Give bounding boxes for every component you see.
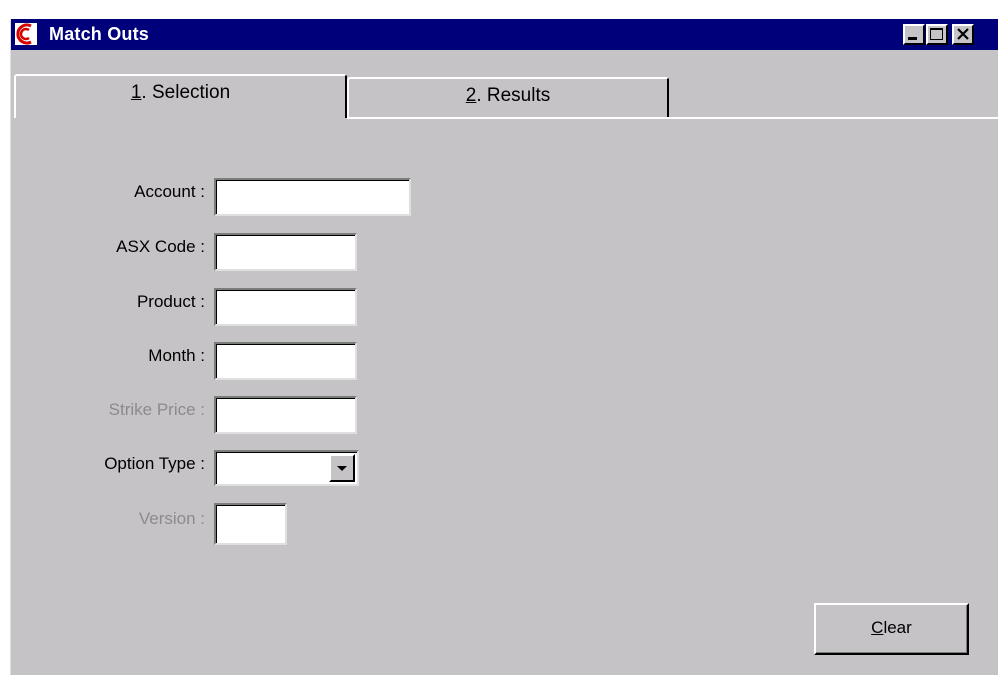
close-button[interactable] <box>952 24 974 45</box>
match-outs-window: Match Outs 1. Selection 2. Results Accou… <box>10 19 998 675</box>
chevron-down-icon <box>337 466 347 471</box>
title-bar[interactable]: Match Outs <box>11 19 998 50</box>
app-logo-icon[interactable] <box>15 23 37 45</box>
tab-selection-mnemonic: 1 <box>130 82 142 103</box>
asx-code-input[interactable] <box>214 233 357 271</box>
asx-code-label: ASX Code : <box>116 237 205 256</box>
version-input[interactable] <box>214 503 287 545</box>
maximize-button[interactable] <box>926 24 948 45</box>
clear-button[interactable]: Clear <box>814 603 969 655</box>
account-label: Account : <box>134 182 205 201</box>
clear-label: lear <box>883 618 912 637</box>
tab-selection[interactable]: 1. Selection <box>14 74 347 118</box>
month-input[interactable] <box>214 342 357 380</box>
month-label: Month : <box>148 346 205 365</box>
product-label: Product : <box>136 292 205 311</box>
minimize-icon <box>908 37 917 40</box>
option-type-dropdown-button[interactable] <box>329 454 355 482</box>
close-icon <box>957 28 969 40</box>
strike-price-label: Strike Price : <box>108 400 205 419</box>
account-input[interactable] <box>214 178 411 216</box>
tab-results-mnemonic: 2 <box>465 85 477 106</box>
option-type-label: Option Type : <box>104 454 205 473</box>
clear-mnemonic: C <box>871 618 884 637</box>
product-input[interactable] <box>214 288 357 326</box>
tab-panel-top-edge <box>347 117 998 119</box>
tab-results-label: . Results <box>476 85 551 106</box>
window-title: Match Outs <box>49 24 150 44</box>
tab-results[interactable]: 2. Results <box>347 77 669 117</box>
maximize-icon <box>930 28 943 40</box>
minimize-button[interactable] <box>903 24 925 45</box>
version-label: Version : <box>138 509 205 528</box>
tab-selection-label: . Selection <box>141 82 231 103</box>
option-type-select[interactable] <box>214 450 359 486</box>
strike-price-input[interactable] <box>214 396 357 434</box>
